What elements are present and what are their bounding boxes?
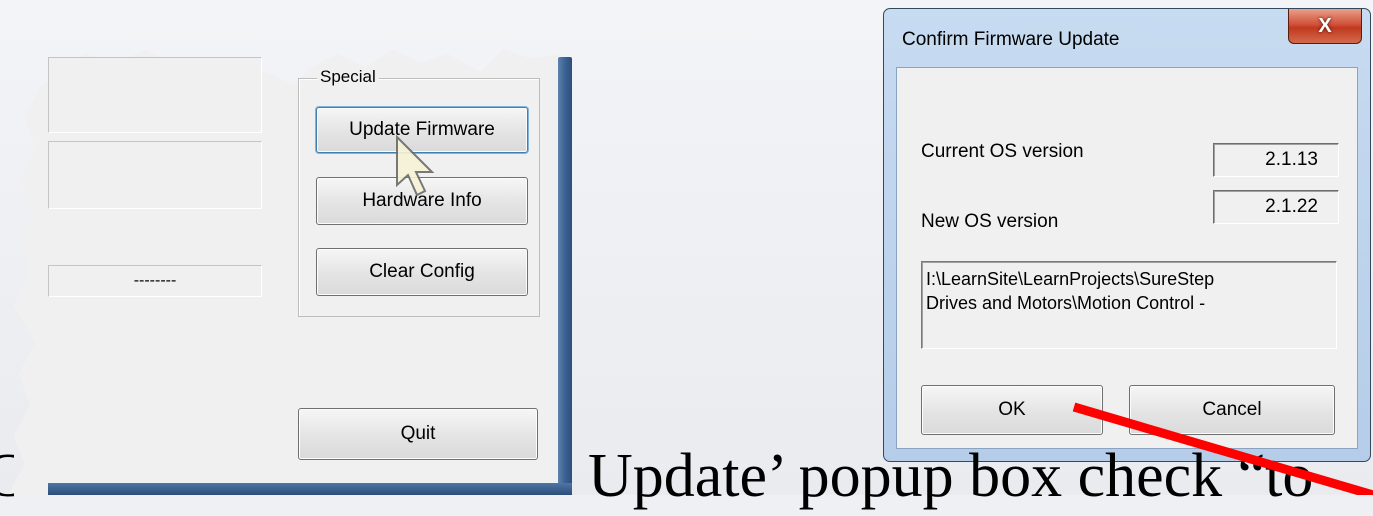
caption-text: Update’ popup box check “to bbox=[588, 442, 1314, 510]
close-button[interactable]: X bbox=[1288, 9, 1362, 44]
dialog-body: Current OS version 2.1.13 New OS version… bbox=[896, 67, 1358, 449]
new-os-value: 2.1.22 bbox=[1213, 190, 1339, 224]
current-os-label: Current OS version bbox=[921, 141, 1084, 162]
window-bottom-border bbox=[48, 483, 572, 495]
quit-button[interactable]: Quit bbox=[298, 408, 538, 460]
close-icon: X bbox=[1318, 14, 1332, 37]
file-path-field: I:\LearnSite\LearnProjects\SureStep Driv… bbox=[921, 261, 1337, 349]
caption-fragment-left: C bbox=[0, 436, 14, 516]
clear-config-button[interactable]: Clear Config bbox=[316, 248, 528, 296]
current-os-value: 2.1.13 bbox=[1213, 143, 1339, 177]
torn-app-window: -------- Special Update Firmware Hardwar… bbox=[8, 45, 573, 495]
info-field-1 bbox=[48, 57, 262, 133]
dialog-title: Confirm Firmware Update bbox=[902, 29, 1120, 50]
cancel-button[interactable]: Cancel bbox=[1129, 385, 1335, 435]
special-group-label: Special bbox=[317, 67, 379, 87]
info-field-2 bbox=[48, 141, 262, 209]
window-right-border bbox=[558, 57, 572, 495]
ok-button[interactable]: OK bbox=[921, 385, 1103, 435]
dashes-field: -------- bbox=[48, 265, 262, 297]
new-os-label: New OS version bbox=[921, 211, 1059, 232]
mouse-pointer-icon bbox=[396, 135, 435, 197]
confirm-firmware-dialog: Confirm Firmware Update X Current OS ver… bbox=[883, 8, 1371, 462]
